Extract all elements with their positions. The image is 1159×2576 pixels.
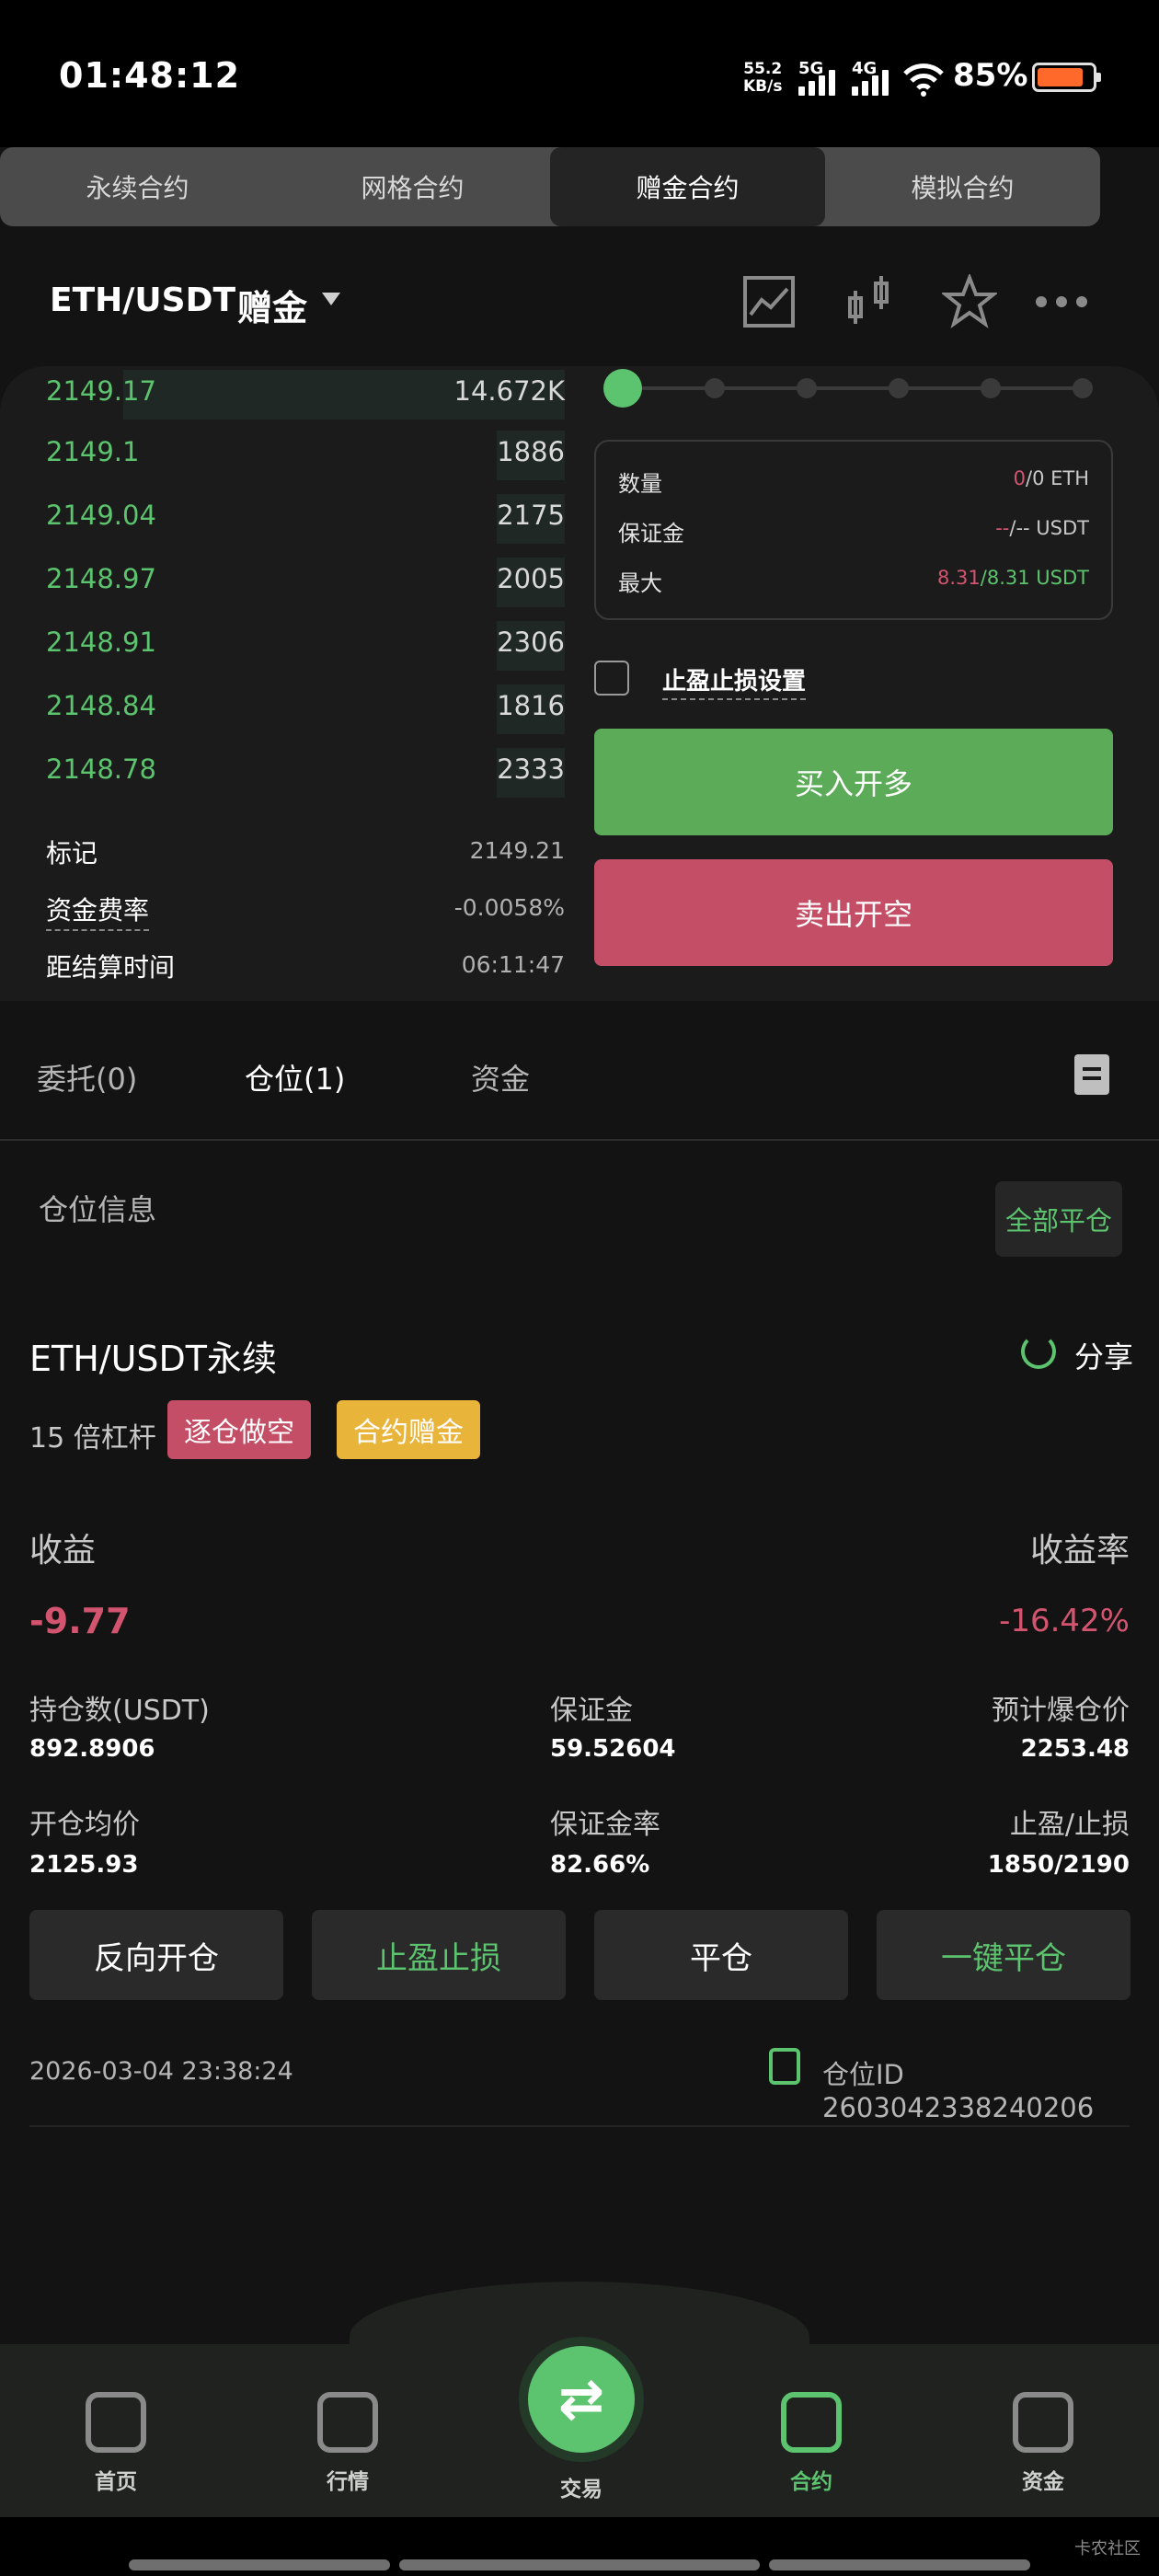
- wifi-icon: [903, 63, 944, 97]
- orderbook-row[interactable]: 2148.91 2306: [0, 617, 565, 673]
- margin-ratio-label: 保证金率: [550, 1809, 660, 1841]
- tpsl-settings-link[interactable]: 止盈止损设置: [662, 662, 807, 700]
- list-icon[interactable]: [1074, 1054, 1109, 1095]
- mode-selector[interactable]: 赠金: [237, 280, 307, 330]
- side-badge: 逐仓做空: [167, 1400, 311, 1459]
- market-icon: [317, 2392, 378, 2453]
- roe-label: 收益率: [1029, 1532, 1130, 1570]
- slider-step[interactable]: [889, 378, 909, 398]
- entry-value: 2125.93: [29, 1851, 139, 1879]
- orderbook-row[interactable]: 2148.97 2005: [0, 554, 565, 609]
- tab-positions[interactable]: 仓位(1): [245, 1056, 345, 1098]
- slider-step[interactable]: [981, 378, 1001, 398]
- gesture-bar: [769, 2559, 1030, 2570]
- nav-market[interactable]: 行情: [283, 2392, 412, 2495]
- orderbook-row[interactable]: 2148.78 2333: [0, 744, 565, 799]
- share-button[interactable]: 分享: [1074, 1334, 1133, 1376]
- contract-type-tabs: 永续合约 网格合约 赠金合约 模拟合约: [0, 147, 1100, 226]
- sell-short-button[interactable]: 卖出开空: [594, 859, 1113, 966]
- divider: [29, 2125, 1130, 2127]
- mark-price: 标记 2149.21: [46, 837, 565, 868]
- battery-icon: [1032, 63, 1101, 92]
- funding-rate[interactable]: 资金费率 -0.0058%: [46, 891, 565, 937]
- margin-ratio-value: 82.66%: [550, 1851, 650, 1879]
- leverage-label: 15 倍杠杆: [29, 1422, 156, 1455]
- pair-symbol[interactable]: ETH/USDT: [50, 282, 235, 319]
- roe-value: -16.42%: [999, 1603, 1130, 1639]
- contract-icon: [781, 2392, 842, 2453]
- tpsl-checkbox[interactable]: [594, 661, 629, 696]
- liq-price-value: 2253.48: [1020, 1735, 1130, 1763]
- max-row: 最大 8.31/8.31 USDT: [618, 567, 1089, 596]
- margin-value: 59.52604: [550, 1735, 676, 1763]
- orderbook-row[interactable]: 2149.04 2175: [0, 490, 565, 546]
- flash-close-button[interactable]: 一键平仓: [877, 1910, 1130, 2000]
- share-icon[interactable]: [1021, 1334, 1056, 1369]
- star-icon[interactable]: [942, 274, 997, 329]
- slider-handle[interactable]: [603, 369, 642, 408]
- order-summary-box: 数量 0/0 ETH 保证金 --/-- USDT 最大 8.31/8.31 USDT: [594, 440, 1113, 620]
- tab-orders[interactable]: 委托(0): [37, 1056, 137, 1098]
- qty-row: 数量 0/0 ETH: [618, 467, 1089, 497]
- tab-demo[interactable]: 模拟合约: [825, 147, 1100, 226]
- clock: 01:48:12: [59, 55, 241, 96]
- battery-percent: 85%: [953, 57, 1028, 94]
- watermark: 卡农社区: [1074, 2539, 1141, 2559]
- gesture-bar: [129, 2559, 390, 2570]
- nav-contract[interactable]: 合约: [747, 2392, 876, 2495]
- tab-funds[interactable]: 资金: [471, 1056, 530, 1098]
- nav-trade[interactable]: ⇄: [528, 2346, 635, 2453]
- tab-perpetual[interactable]: 永续合约: [0, 147, 275, 226]
- chevron-down-icon[interactable]: [322, 293, 340, 305]
- close-button[interactable]: 平仓: [594, 1910, 848, 2000]
- tpsl-value: 1850/2190: [987, 1851, 1130, 1879]
- leverage-slider[interactable]: [603, 369, 1093, 408]
- nav-home[interactable]: 首页: [52, 2392, 180, 2495]
- status-bar: 01:48:12 55.2 KB/s 5G 4G 85%: [0, 0, 1159, 147]
- wallet-icon: [1013, 2392, 1073, 2453]
- tpsl-button[interactable]: 止盈止损: [312, 1910, 566, 2000]
- more-icon[interactable]: [1034, 274, 1089, 329]
- net-speed: 55.2 KB/s: [743, 60, 783, 96]
- position-tabs: 委托(0) 仓位(1) 资金: [0, 1021, 1159, 1141]
- position-symbol: ETH/USDT永续: [29, 1339, 278, 1379]
- tab-bonus[interactable]: 赠金合约: [550, 147, 825, 226]
- buy-long-button[interactable]: 买入开多: [594, 729, 1113, 835]
- hold-value: 892.8906: [29, 1735, 155, 1763]
- orderbook-row[interactable]: 2148.84 1816: [0, 681, 565, 736]
- gesture-bar: [399, 2559, 760, 2570]
- home-icon: [86, 2392, 146, 2453]
- nav-assets[interactable]: 资金: [979, 2392, 1107, 2495]
- pnl-value: -9.77: [29, 1601, 131, 1641]
- open-time: 2026-03-04 23:38:24: [29, 2057, 293, 2086]
- signal-4g-icon: 4G: [852, 59, 896, 96]
- pnl-label: 收益: [29, 1532, 97, 1570]
- tab-grid[interactable]: 网格合约: [275, 147, 550, 226]
- close-all-button[interactable]: 全部平仓: [995, 1181, 1122, 1257]
- pair-header: ETH/USDT 赠金: [0, 248, 1159, 350]
- line-chart-icon[interactable]: [741, 274, 797, 329]
- orderbook-row[interactable]: 2149.1 1886: [0, 427, 565, 482]
- entry-label: 开仓均价: [29, 1809, 140, 1841]
- section-title: 仓位信息: [39, 1192, 157, 1227]
- slider-step[interactable]: [705, 378, 725, 398]
- tpsl-label: 止盈/止损: [1009, 1809, 1130, 1841]
- reverse-button[interactable]: 反向开仓: [29, 1910, 283, 2000]
- liq-price-label: 预计爆仓价: [992, 1695, 1130, 1727]
- settlement-countdown: 距结算时间 06:11:47: [46, 951, 565, 983]
- position-id: 仓位ID 2603042338240206: [822, 2059, 1095, 2123]
- copy-icon[interactable]: [769, 2048, 800, 2085]
- candlestick-icon[interactable]: [843, 274, 898, 329]
- signal-5g-icon: 5G: [798, 59, 843, 96]
- slider-step[interactable]: [1073, 378, 1093, 398]
- margin-row: 保证金 --/-- USDT: [618, 517, 1089, 546]
- orderbook-row[interactable]: 2149.17 14.672K: [0, 366, 565, 421]
- hold-label: 持仓数(USDT): [29, 1695, 210, 1727]
- slider-step[interactable]: [797, 378, 817, 398]
- margin-label: 保证金: [550, 1695, 633, 1727]
- nav-trade-label: 交易: [560, 2478, 602, 2501]
- bonus-badge: 合约赠金: [337, 1400, 480, 1459]
